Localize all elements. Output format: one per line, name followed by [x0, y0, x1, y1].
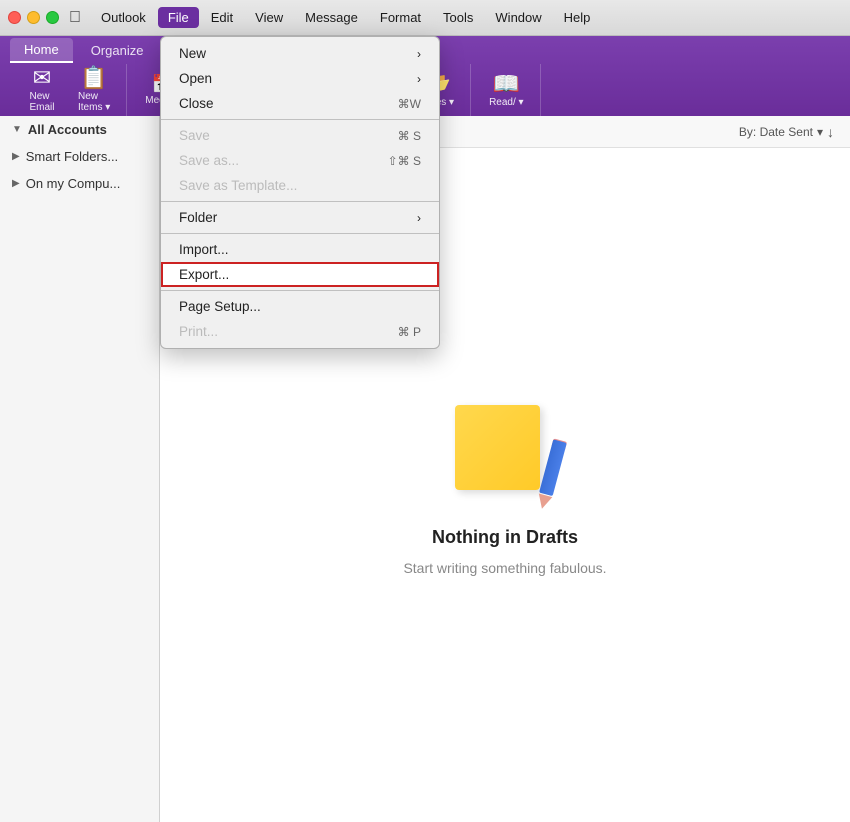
pencil-tip [535, 493, 552, 510]
menubar-view[interactable]: View [245, 7, 293, 28]
smart-folders-arrow: ▶ [12, 151, 20, 162]
new-items-button[interactable]: 📋 NewItems ▾ [70, 65, 118, 115]
menu-divider-1 [161, 119, 439, 120]
read-icon: 📖 [493, 73, 520, 95]
menu-export-label: Export... [179, 267, 229, 282]
sort-direction-icon: ↓ [827, 124, 834, 140]
sidebar-item-all-accounts[interactable]: ▼ All Accounts [0, 116, 159, 143]
menu-print-shortcut: ⌘ P [398, 325, 421, 339]
menu-item-save-template: Save as Template... [161, 173, 439, 198]
sidebar-smart-folders-label: Smart Folders... [26, 149, 118, 164]
menu-save-shortcut: ⌘ S [398, 129, 421, 143]
maximize-window-btn[interactable] [46, 11, 59, 24]
menu-item-open[interactable]: Open › [161, 66, 439, 91]
menu-print-label: Print... [179, 324, 218, 339]
menu-divider-4 [161, 290, 439, 291]
new-email-button[interactable]: ✉ NewEmail [18, 65, 66, 115]
menu-bar:  Outlook File Edit View Message Format … [0, 0, 850, 36]
menu-open-arrow: › [417, 72, 421, 86]
menu-new-label: New [179, 46, 206, 61]
menu-page-setup-label: Page Setup... [179, 299, 261, 314]
read-label: Read/ ▾ [489, 97, 523, 108]
menu-save-label: Save [179, 128, 210, 143]
menubar-window[interactable]: Window [485, 7, 551, 28]
new-items-label: NewItems ▾ [78, 91, 110, 113]
menu-item-save: Save ⌘ S [161, 123, 439, 148]
on-my-computer-arrow: ▶ [12, 178, 20, 189]
drafts-illustration [445, 395, 565, 515]
traffic-lights [8, 11, 59, 24]
menu-item-save-as: Save as... ⇧⌘ S [161, 148, 439, 173]
file-dropdown-menu: New › Open › Close ⌘W Save ⌘ S Save as..… [160, 36, 440, 349]
new-email-label: NewEmail [29, 91, 54, 113]
tab-organize[interactable]: Organize [77, 39, 158, 62]
menu-close-label: Close [179, 96, 214, 111]
menubar-help[interactable]: Help [554, 7, 601, 28]
menubar-format[interactable]: Format [370, 7, 431, 28]
close-window-btn[interactable] [8, 11, 21, 24]
sidebar-item-smart-folders[interactable]: ▶ Smart Folders... [0, 143, 159, 170]
read-button[interactable]: 📖 Read/ ▾ [481, 71, 531, 110]
menu-item-new[interactable]: New › [161, 41, 439, 66]
menu-item-import[interactable]: Import... [161, 237, 439, 262]
menu-new-arrow: › [417, 47, 421, 61]
sidebar-item-on-my-computer[interactable]: ▶ On my Compu... [0, 170, 159, 197]
minimize-window-btn[interactable] [27, 11, 40, 24]
menu-divider-3 [161, 233, 439, 234]
menu-close-shortcut: ⌘W [398, 97, 421, 111]
menu-item-folder[interactable]: Folder › [161, 205, 439, 230]
menu-save-as-shortcut: ⇧⌘ S [388, 154, 421, 168]
pencil-body [539, 439, 567, 496]
sort-dropdown-icon: ▾ [817, 125, 823, 139]
apple-icon[interactable]:  [69, 9, 81, 27]
menu-item-export[interactable]: Export... [161, 262, 439, 287]
menu-save-template-label: Save as Template... [179, 178, 297, 193]
menu-folder-label: Folder [179, 210, 217, 225]
menu-item-page-setup[interactable]: Page Setup... [161, 294, 439, 319]
menu-folder-arrow: › [417, 211, 421, 225]
all-accounts-arrow: ▼ [12, 124, 22, 135]
menubar-file[interactable]: File [158, 7, 199, 28]
menubar-tools[interactable]: Tools [433, 7, 483, 28]
menu-item-print: Print... ⌘ P [161, 319, 439, 344]
empty-state-title: Nothing in Drafts [432, 527, 578, 548]
menu-divider-2 [161, 201, 439, 202]
new-items-icon: 📋 [80, 67, 107, 89]
email-icon: ✉ [33, 67, 51, 89]
empty-state-subtitle: Start writing something fabulous. [403, 560, 606, 576]
menu-save-as-label: Save as... [179, 153, 239, 168]
menubar-message[interactable]: Message [295, 7, 368, 28]
menu-open-label: Open [179, 71, 212, 86]
read-group: 📖 Read/ ▾ [473, 64, 540, 116]
sort-label[interactable]: By: Date Sent [739, 125, 813, 139]
tab-home[interactable]: Home [10, 38, 73, 63]
menu-import-label: Import... [179, 242, 229, 257]
sidebar: ▼ All Accounts ▶ Smart Folders... ▶ On m… [0, 116, 160, 822]
sidebar-all-accounts-label: All Accounts [28, 122, 107, 137]
new-email-group: ✉ NewEmail 📋 NewItems ▾ [10, 64, 127, 116]
menu-item-close[interactable]: Close ⌘W [161, 91, 439, 116]
sticky-note-icon [455, 405, 540, 490]
menubar-edit[interactable]: Edit [201, 7, 243, 28]
menubar-outlook[interactable]: Outlook [91, 7, 156, 28]
sidebar-on-my-computer-label: On my Compu... [26, 176, 121, 191]
